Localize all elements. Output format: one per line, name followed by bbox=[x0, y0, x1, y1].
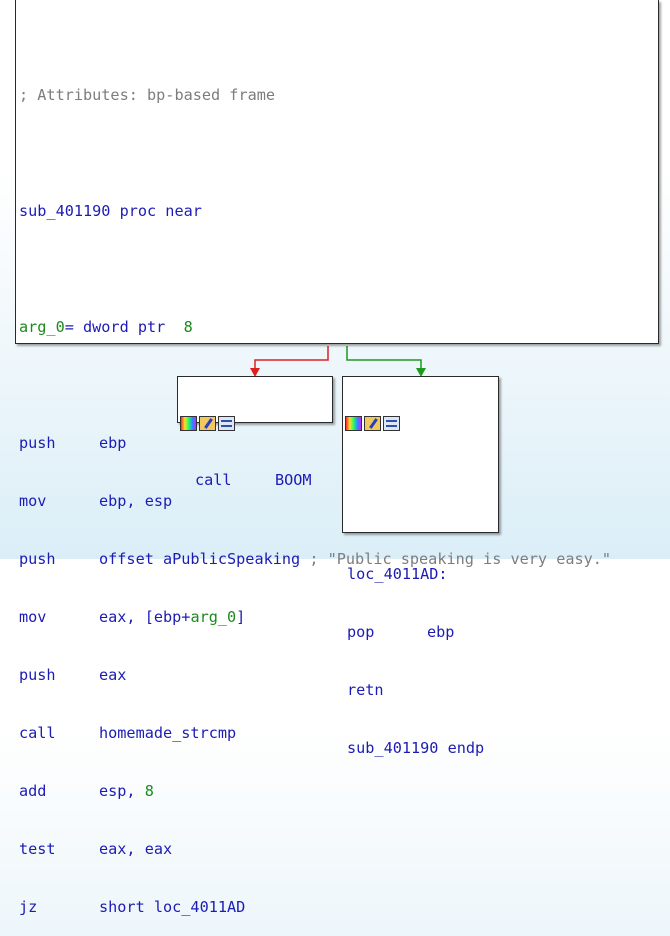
mnemonic: call bbox=[19, 724, 56, 742]
instruction-row[interactable]: push offset aPublicSpeaking ; "Public spe… bbox=[19, 548, 658, 570]
edit-text-icon[interactable] bbox=[364, 415, 381, 431]
operand[interactable]: eax, eax bbox=[99, 840, 172, 858]
mnemonic: jz bbox=[19, 898, 38, 916]
loc-4011ad-block[interactable]: loc_4011AD: pop ebp retn sub_401190 endp bbox=[342, 376, 499, 757]
operand-post: ] bbox=[236, 608, 246, 626]
edit-text-icon[interactable] bbox=[199, 415, 216, 431]
instruction-row[interactable]: call homemade_strcmp bbox=[19, 722, 658, 744]
mnemonic: push bbox=[19, 550, 56, 568]
boom-call-block[interactable]: call BOOM bbox=[177, 376, 333, 489]
operand-num: 8 bbox=[144, 782, 154, 800]
instruction-row[interactable]: test eax, eax bbox=[19, 838, 658, 860]
instruction-row[interactable]: pop ebp bbox=[347, 621, 498, 643]
operand-pre[interactable]: eax, [ebp+ bbox=[99, 608, 190, 626]
instruction-row[interactable]: retn bbox=[347, 679, 498, 701]
instruction-row[interactable]: add esp, 8 bbox=[19, 780, 658, 802]
proc-end: sub_401190 endp bbox=[347, 739, 485, 757]
operand[interactable]: homemade_strcmp bbox=[99, 724, 236, 742]
proc-name[interactable]: sub_401190 bbox=[19, 202, 110, 220]
operand[interactable]: ebp bbox=[427, 623, 454, 641]
mnemonic: test bbox=[19, 840, 56, 858]
graph-view-icon[interactable] bbox=[383, 415, 400, 431]
instruction-row[interactable]: push eax bbox=[19, 664, 658, 686]
mnemonic: push bbox=[19, 666, 56, 684]
instruction-row[interactable]: mov eax, [ebp+arg_0] bbox=[19, 606, 658, 628]
node-titlebar bbox=[178, 413, 332, 433]
mnemonic: mov bbox=[19, 608, 47, 626]
operand-arg[interactable]: arg_0 bbox=[190, 608, 236, 626]
instruction-row[interactable]: jz short loc_4011AD bbox=[19, 896, 658, 918]
color-palette-icon[interactable] bbox=[345, 415, 362, 431]
arg-def: = dword ptr bbox=[64, 318, 184, 336]
mnemonic: add bbox=[19, 782, 47, 800]
location-label[interactable]: loc_4011AD: bbox=[347, 563, 498, 585]
mnemonic: retn bbox=[347, 681, 384, 699]
color-palette-icon[interactable] bbox=[180, 415, 197, 431]
instruction-row[interactable]: mov ebp, esp bbox=[19, 490, 658, 512]
mnemonic: push bbox=[19, 434, 56, 452]
mnemonic: mov bbox=[19, 492, 47, 510]
operand[interactable]: ebp, esp bbox=[99, 492, 172, 510]
mnemonic: pop bbox=[347, 623, 375, 641]
graph-view-icon[interactable] bbox=[218, 415, 235, 431]
instruction-row[interactable]: push ebp bbox=[19, 432, 658, 454]
attributes-comment: ; Attributes: bp-based frame bbox=[19, 86, 276, 104]
operand-pre[interactable]: esp, bbox=[99, 782, 145, 800]
main-code-block[interactable]: ; Attributes: bp-based frame sub_401190 … bbox=[15, 0, 659, 916]
operand[interactable]: BOOM bbox=[275, 471, 312, 489]
operand[interactable]: short loc_4011AD bbox=[99, 898, 245, 916]
mnemonic: call bbox=[195, 471, 232, 489]
proc-keyword: proc near bbox=[119, 202, 202, 220]
proc-declaration[interactable]: sub_401190 proc near bbox=[19, 200, 658, 222]
operand[interactable]: eax bbox=[99, 666, 126, 684]
node-titlebar bbox=[343, 413, 498, 433]
arg-name[interactable]: arg_0 bbox=[19, 318, 65, 336]
operand[interactable]: offset aPublicSpeaking bbox=[99, 550, 300, 568]
arg-offset: 8 bbox=[183, 318, 193, 336]
operand[interactable]: ebp bbox=[99, 434, 126, 452]
arg-declaration[interactable]: arg_0= dword ptr 8 bbox=[19, 316, 658, 338]
instruction-row[interactable]: call BOOM bbox=[178, 469, 332, 491]
